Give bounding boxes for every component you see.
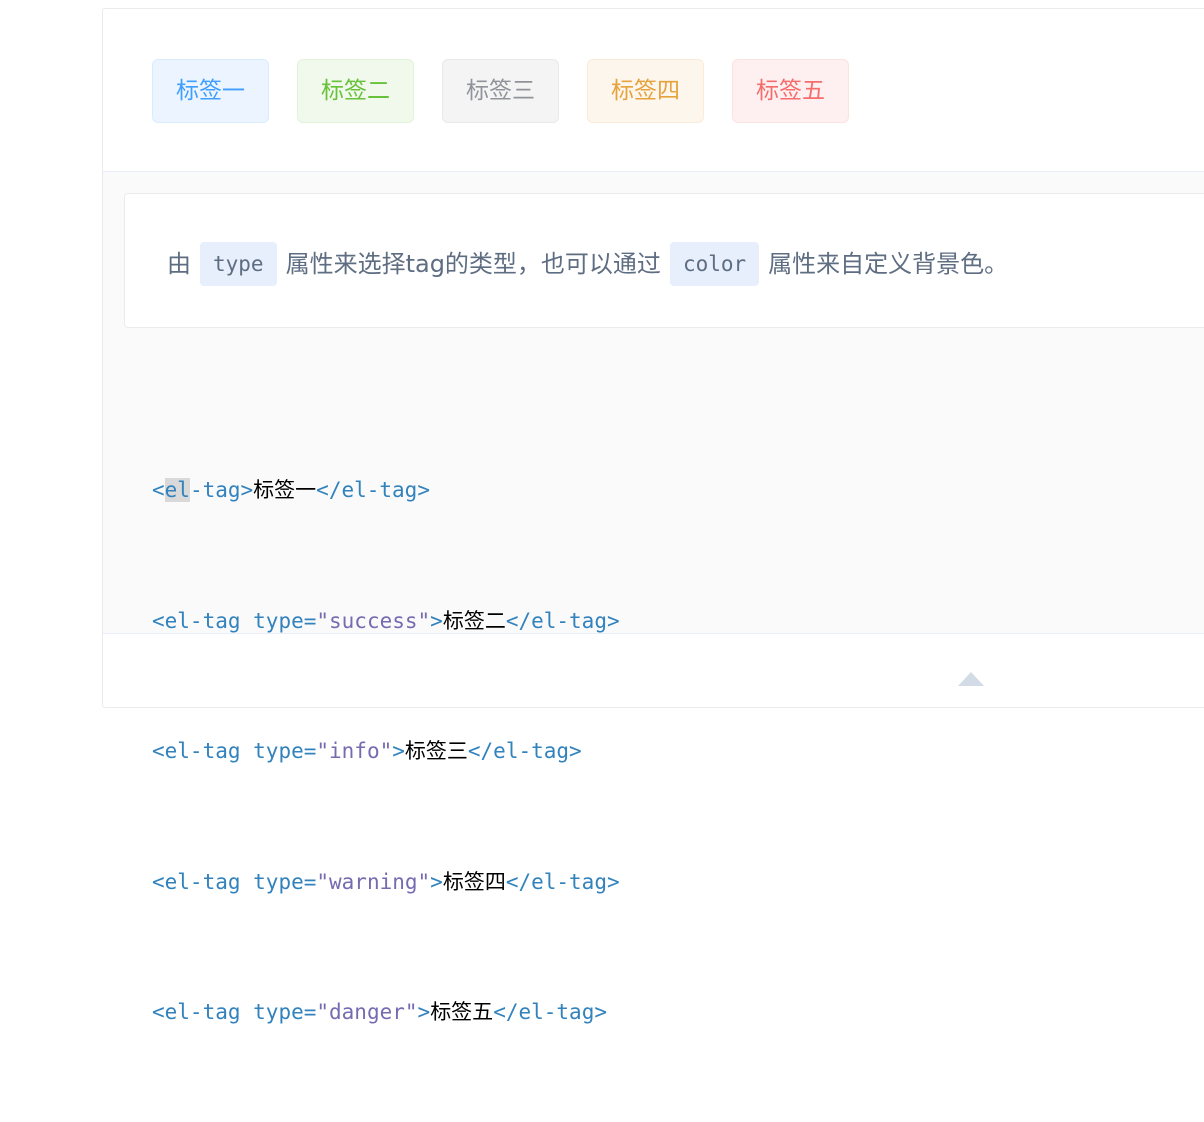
code-string: "success" xyxy=(316,608,431,633)
code-gt: > xyxy=(430,869,443,894)
code-string: "warning" xyxy=(316,869,431,894)
tag-success: 标签二 xyxy=(297,59,414,123)
tag-danger: 标签五 xyxy=(732,59,849,123)
code-text: 标签一 xyxy=(253,478,317,502)
code-tag-close: </el-tag> xyxy=(505,869,620,894)
code-line: <el-tag type="warning">标签四</el-tag> xyxy=(152,861,620,905)
text-cursor-highlight: el xyxy=(164,478,190,502)
code-tag-open: <el-tag xyxy=(152,739,254,763)
code-tag-open: <el-tag xyxy=(152,1000,254,1024)
description-prefix: 由 xyxy=(167,250,191,278)
code-tag-close: </el-tag> xyxy=(493,1000,607,1024)
code-type: type xyxy=(200,242,277,286)
code-string: "info" xyxy=(316,739,393,763)
code-tag-close: </el-tag> xyxy=(316,478,430,502)
demo-meta: 由 type 属性来选择tag的类型，也可以通过 color 属性来自定义背景色。 <e… xyxy=(103,172,1204,1024)
code-line: <el-tag type="danger">标签五</el-tag> xyxy=(152,991,620,1035)
description: 由 type 属性来选择tag的类型，也可以通过 color 属性来自定义背景色。 xyxy=(124,193,1204,328)
code-block[interactable]: <el-tag>标签一</el-tag> <el-tag type="succe… xyxy=(152,382,620,1122)
caret-up-icon[interactable] xyxy=(958,672,984,686)
code-attr: type= xyxy=(253,869,317,894)
code-tag-open: <el-tag> xyxy=(152,478,254,502)
tag-warning: 标签四 xyxy=(587,59,704,123)
description-suffix: 属性来自定义背景色。 xyxy=(768,250,1009,278)
code-text: 标签二 xyxy=(442,608,506,633)
demo-block: 标签一 标签二 标签三 标签四 标签五 由 type 属性来选择tag的类型，也可以… xyxy=(102,8,1204,1024)
code-gt: > xyxy=(392,739,405,763)
code-attr: type= xyxy=(253,608,317,633)
tag-default: 标签一 xyxy=(152,59,269,123)
code-tag-open: <el-tag xyxy=(152,869,254,894)
code-tag-open: <el-tag xyxy=(152,608,254,633)
code-line: <el-tag type="success">标签二</el-tag> xyxy=(152,600,620,644)
code-attr: type= xyxy=(253,739,317,763)
code-attr: type= xyxy=(253,1000,317,1024)
code-color: color xyxy=(669,242,760,286)
code-line: <el-tag type="info">标签三</el-tag> xyxy=(152,730,620,774)
code-text: 标签五 xyxy=(430,1000,494,1024)
tag-info: 标签三 xyxy=(442,59,559,123)
code-text: 标签三 xyxy=(404,739,468,763)
code-text: 标签四 xyxy=(442,869,506,894)
code-line: <el-tag>标签一</el-tag> xyxy=(152,469,620,513)
code-gt: > xyxy=(417,1000,431,1024)
demo-source: 标签一 标签二 标签三 标签四 标签五 xyxy=(103,9,1204,172)
code-gt: > xyxy=(430,608,443,633)
code-tag-close: </el-tag> xyxy=(505,608,620,633)
code-tag-close: </el-tag> xyxy=(467,739,582,763)
description-middle: 属性来选择tag的类型，也可以通过 xyxy=(285,250,661,278)
code-string: "danger" xyxy=(316,1000,418,1024)
